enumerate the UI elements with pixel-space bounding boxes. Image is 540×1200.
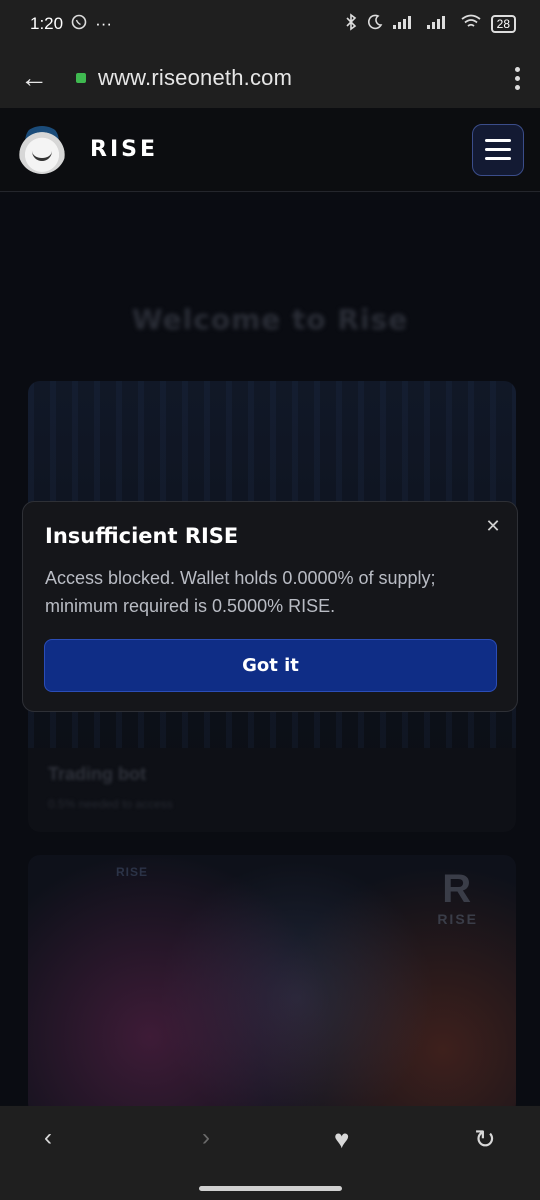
browser-bottom-nav: ‹ › ♥ ↻ (0, 1106, 540, 1200)
browser-url-bar: ← www.riseoneth.com (0, 48, 540, 108)
whatsapp-icon (71, 14, 87, 35)
modal-message: Access blocked. Wallet holds 0.0000% of … (45, 568, 436, 616)
rise-logo[interactable] (18, 125, 66, 174)
moon-icon (367, 14, 383, 34)
hamburger-icon-line (485, 148, 511, 151)
status-time: 1:20 (30, 14, 64, 33)
rise-watermark-left: RISE (116, 865, 149, 879)
hamburger-icon-line (485, 139, 511, 142)
url-text[interactable]: www.riseoneth.com (98, 65, 292, 91)
signal-icon (392, 15, 417, 33)
back-arrow-icon[interactable]: ← (20, 62, 60, 94)
status-more: ··· (95, 14, 113, 33)
sync-icon[interactable]: ↻ (474, 1124, 496, 1155)
wifi-icon (461, 14, 481, 34)
rise-r-logo-icon: R (442, 867, 474, 911)
rise-watermark: R RISE (437, 867, 478, 927)
insufficient-rise-modal: ✕ Insufficient RISE Access blocked. Wall… (22, 501, 518, 712)
site-header: RISE (0, 108, 540, 192)
card-title: Trading bot (48, 764, 146, 784)
signal-icon-2 (426, 15, 451, 33)
phone-screen: 1:20 ··· 28 ← www.riseoneth.com RISE Wel… (0, 0, 540, 1200)
modal-title: Insufficient RISE (45, 524, 239, 548)
home-indicator[interactable] (199, 1186, 342, 1191)
bluetooth-icon (345, 13, 357, 35)
forward-chevron-icon[interactable]: › (202, 1124, 210, 1152)
trading-bot-card: Trading bot 0.5% needed to access (28, 748, 516, 832)
lock-icon (76, 73, 86, 83)
heart-icon[interactable]: ♥ (334, 1124, 349, 1155)
hamburger-icon-line (485, 157, 511, 160)
close-icon[interactable]: ✕ (481, 514, 505, 538)
status-left: 1:20 ··· (30, 14, 112, 35)
rise-watermark-text: RISE (437, 911, 478, 927)
hero-image-card: RISE R RISE (28, 855, 516, 1115)
status-right: 28 (345, 13, 516, 35)
more-vert-icon[interactable] (515, 66, 520, 90)
brand-name[interactable]: RISE (90, 137, 158, 162)
back-chevron-icon[interactable]: ‹ (44, 1124, 52, 1152)
status-bar: 1:20 ··· 28 (0, 0, 540, 48)
got-it-button[interactable]: Got it (44, 639, 497, 692)
card-subtitle: 0.5% needed to access (48, 797, 173, 811)
battery-indicator: 28 (490, 15, 516, 33)
welcome-title: Welcome to Rise (131, 303, 409, 336)
hamburger-menu-button[interactable] (472, 123, 524, 176)
